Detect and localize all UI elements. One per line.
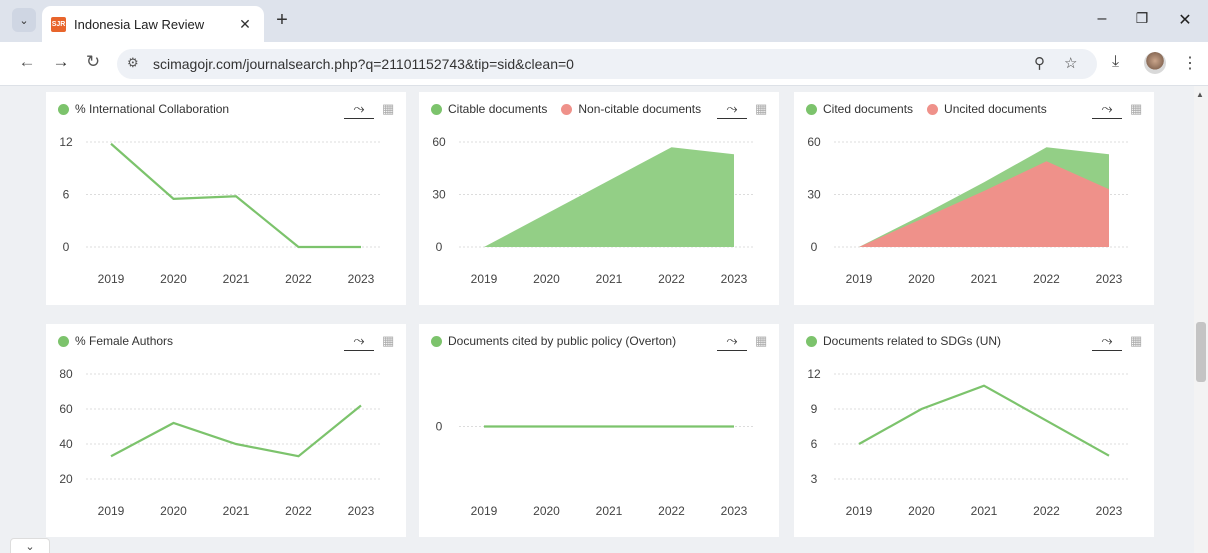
x-tick-label: 2020 — [908, 272, 935, 286]
restore-icon[interactable]: ❐ — [1132, 10, 1152, 27]
back-arrow-icon[interactable]: ← — [16, 52, 38, 72]
sjr-favicon-icon: SJR — [51, 16, 66, 32]
y-tick-label: 0 — [811, 240, 818, 254]
y-tick-label: 60 — [59, 402, 73, 416]
y-tick-label: 12 — [59, 135, 73, 149]
y-tick-label: 9 — [811, 402, 818, 416]
y-tick-label: 60 — [432, 135, 446, 149]
x-tick-label: 2021 — [596, 504, 623, 518]
tab-strip: ⌄ SJR Indonesia Law Review ✕ + – ❐ ✕ — [0, 0, 1208, 42]
expand-chevron-icon[interactable]: ⌄ — [10, 538, 50, 553]
vertical-scrollbar[interactable]: ▲ — [1194, 86, 1208, 553]
x-tick-label: 2020 — [160, 272, 187, 286]
area-series — [859, 161, 1109, 247]
y-tick-label: 20 — [59, 472, 73, 486]
y-tick-label: 6 — [63, 188, 70, 202]
chart-card: % Female Authors ⤳ ▦ 80 60 40 20 2019 2020 2021 20… — [46, 324, 406, 537]
chart-card: Documents related to SDGs (UN) ⤳ ▦ 12 9 6 3 201… — [794, 324, 1154, 537]
kebab-menu-icon[interactable]: ⋮ — [1182, 53, 1198, 73]
y-tick-label: 0 — [436, 240, 443, 254]
download-icon[interactable]: ⤓ — [1112, 53, 1119, 71]
tab-title: Indonesia Law Review — [74, 16, 205, 32]
y-tick-label: 40 — [59, 437, 73, 451]
x-tick-label: 2023 — [1096, 272, 1123, 286]
site-settings-icon[interactable]: ⚙ — [127, 55, 139, 71]
chart-svg: 0 2019 2020 2021 2022 2023 — [436, 420, 754, 518]
area-series — [484, 147, 734, 247]
url-text: scimagojr.com/journalsearch.php?q=211011… — [153, 56, 574, 72]
chart-svg: 12 9 6 3 2019 2020 2021 2022 2023 — [807, 367, 1129, 518]
x-tick-label: 2023 — [1096, 504, 1123, 518]
scrollbar-thumb[interactable] — [1196, 322, 1206, 382]
address-bar[interactable]: ⚙ scimagojr.com/journalsearch.php?q=2110… — [117, 49, 1097, 79]
chart-card: % International Collaboration ⤳ ▦ 12 6 0 2019 2… — [46, 92, 406, 305]
x-tick-label: 2023 — [721, 504, 748, 518]
line-series — [110, 404, 362, 458]
x-tick-label: 2023 — [721, 272, 748, 286]
y-tick-label: 3 — [811, 472, 818, 486]
chart-svg: 12 6 0 2019 2020 2021 2022 2023 — [59, 135, 381, 286]
chart-card: Cited documents Uncited documents ⤳ ▦ 60 30 0 2… — [794, 92, 1154, 305]
browser-tab[interactable]: SJR Indonesia Law Review ✕ — [42, 6, 264, 42]
y-tick-label: 0 — [436, 420, 443, 434]
zoom-icon[interactable]: ⚲ — [1034, 54, 1045, 72]
profile-avatar[interactable] — [1144, 52, 1166, 74]
x-tick-label: 2019 — [846, 272, 873, 286]
y-tick-label: 80 — [59, 367, 73, 381]
chart-svg: 60 30 0 2019 2020 2021 2022 2023 — [432, 135, 754, 286]
x-tick-label: 2022 — [285, 504, 312, 518]
line-series — [858, 384, 1110, 457]
page-content: % International Collaboration ⤳ ▦ 12 6 0 2019 2… — [0, 86, 1194, 553]
x-tick-label: 2019 — [471, 504, 498, 518]
tab-search-chevron-icon[interactable]: ⌄ — [12, 8, 36, 32]
x-tick-label: 2019 — [846, 504, 873, 518]
x-tick-label: 2022 — [285, 272, 312, 286]
x-tick-label: 2019 — [471, 272, 498, 286]
new-tab-plus-icon[interactable]: + — [272, 9, 292, 31]
x-tick-label: 2020 — [908, 504, 935, 518]
x-tick-label: 2020 — [533, 504, 560, 518]
y-tick-label: 60 — [807, 135, 821, 149]
line-series — [110, 142, 361, 249]
close-icon[interactable]: ✕ — [234, 16, 256, 33]
x-tick-label: 2019 — [98, 272, 125, 286]
bookmark-star-icon[interactable]: ☆ — [1064, 54, 1077, 72]
forward-arrow-icon[interactable]: → — [50, 52, 72, 72]
y-tick-label: 30 — [807, 188, 821, 202]
chart-svg: 80 60 40 20 2019 2020 2021 2022 2023 — [59, 367, 381, 518]
x-tick-label: 2019 — [98, 504, 125, 518]
x-tick-label: 2023 — [348, 272, 375, 286]
x-tick-label: 2021 — [596, 272, 623, 286]
browser-toolbar: ← → ↻ ⚙ scimagojr.com/journalsearch.php?… — [0, 42, 1208, 86]
x-tick-label: 2020 — [160, 504, 187, 518]
chart-card: Documents cited by public policy (Overto… — [419, 324, 779, 537]
x-tick-label: 2020 — [533, 272, 560, 286]
scroll-up-arrow-icon[interactable]: ▲ — [1196, 90, 1204, 99]
reload-icon[interactable]: ↻ — [82, 52, 104, 72]
x-tick-label: 2021 — [971, 504, 998, 518]
x-tick-label: 2022 — [658, 504, 685, 518]
chart-svg: 60 30 0 2019 2020 2021 2022 2023 — [807, 135, 1129, 286]
y-tick-label: 12 — [807, 367, 821, 381]
chart-card: Citable documents Non-citable documents ⤳ ▦… — [419, 92, 779, 305]
x-tick-label: 2021 — [223, 504, 250, 518]
x-tick-label: 2022 — [1033, 504, 1060, 518]
x-tick-label: 2022 — [658, 272, 685, 286]
x-tick-label: 2022 — [1033, 272, 1060, 286]
minimize-icon[interactable]: – — [1092, 10, 1112, 28]
y-tick-label: 0 — [63, 240, 70, 254]
window-close-icon[interactable]: ✕ — [1175, 10, 1195, 30]
y-tick-label: 30 — [432, 188, 446, 202]
x-tick-label: 2021 — [223, 272, 250, 286]
x-tick-label: 2023 — [348, 504, 375, 518]
x-tick-label: 2021 — [971, 272, 998, 286]
y-tick-label: 6 — [811, 437, 818, 451]
